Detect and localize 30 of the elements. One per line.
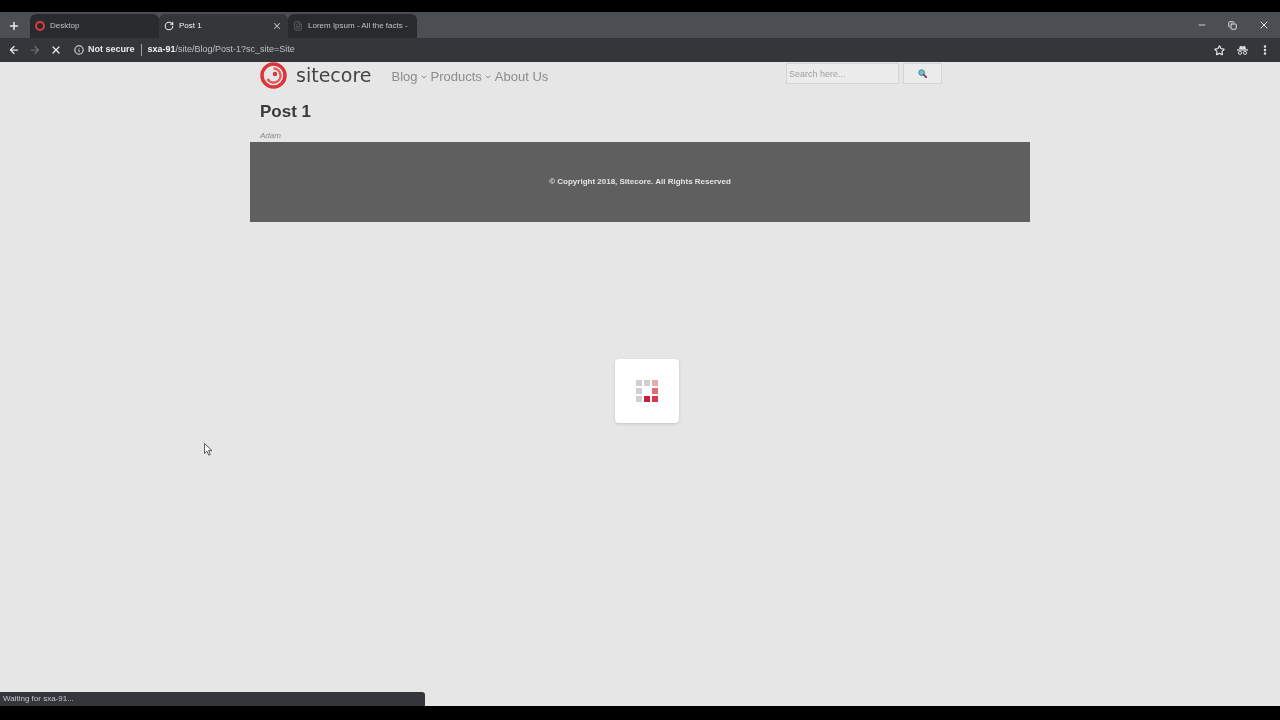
info-icon[interactable] [74,45,84,55]
loading-spinner-icon [164,21,174,31]
address-field[interactable]: sxa-91/site/Blog/Post-1?sc_site=Site [147,43,295,57]
bookmark-star-icon[interactable] [1214,44,1225,56]
search-field[interactable]: Search here... [786,63,899,84]
incognito-icon[interactable] [1237,45,1248,55]
logo-wordmark[interactable]: sitecore [296,62,372,89]
post-title: Post 1 [260,102,313,122]
tab-title: Post 1 [179,20,203,32]
browser-tab[interactable]: Desktop [30,14,159,38]
back-arrow-icon [8,44,20,56]
tab-title: Desktop [50,20,81,32]
stop-icon [50,44,62,56]
tab-title: Lorem Ipsum - All the facts - [308,20,409,32]
mouse-pointer-icon [204,443,213,456]
security-label[interactable]: Not secure [88,43,135,57]
status-text: Waiting for sxa-91... [3,693,74,705]
ring-logo-icon [35,21,45,31]
search-icon [918,69,927,78]
loading-squares-icon [636,380,658,402]
browser-tab[interactable]: Post 1 [159,14,288,38]
forward-arrow-icon [29,44,41,56]
copyright-text: © Copyright 2018, Sitecore. All Rights Reserved [549,176,731,188]
page-icon [293,21,303,31]
browser-tab[interactable]: Lorem Ipsum - All the facts - [288,14,417,38]
author-name: Adam [260,131,282,141]
plus-icon [8,20,20,32]
close-tab-icon[interactable] [272,21,282,31]
restore-icon [1228,20,1237,30]
logo-ring-icon[interactable] [260,62,287,89]
